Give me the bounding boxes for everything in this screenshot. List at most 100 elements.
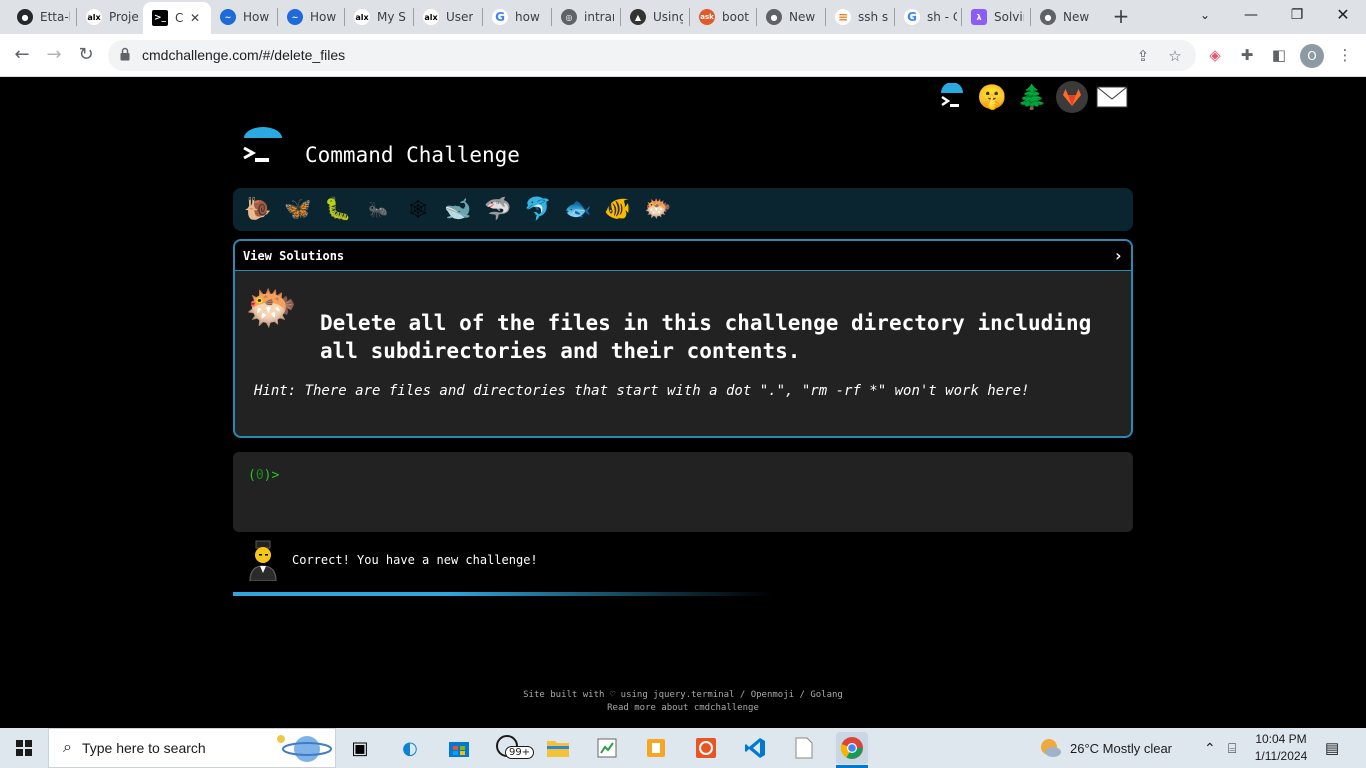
ant-icon[interactable]: 🐜: [361, 194, 395, 226]
tab-using[interactable]: ▲ Using: [621, 4, 689, 30]
side-panel-icon[interactable]: ◧: [1268, 44, 1290, 66]
dolphin-icon[interactable]: 🐬: [521, 194, 555, 226]
view-solutions-bar[interactable]: View Solutions ›: [235, 241, 1131, 271]
tab-confluence-1[interactable]: ~ How: [211, 4, 277, 30]
address-bar[interactable]: cmdchallenge.com/#/delete_files ⇪ ☆: [108, 40, 1196, 71]
back-button[interactable]: ←: [8, 41, 36, 69]
windows-taskbar: ⌕ Type here to search ▣ ◐ 99+ 26°C Mostl…: [0, 728, 1366, 768]
chevron-right-icon[interactable]: ›: [1113, 246, 1123, 265]
confluence-icon: ~: [287, 9, 303, 25]
snail-icon[interactable]: 🐌: [241, 194, 275, 226]
search-icon: ⌕: [63, 739, 72, 756]
windows-logo-icon: [16, 740, 32, 756]
task-view-icon[interactable]: ▣: [344, 732, 376, 764]
tab-alx-user[interactable]: alx User: [414, 4, 482, 30]
tab-new-2[interactable]: ● New: [1031, 4, 1099, 30]
challenge-panel: View Solutions › 🐡 Delete all of the fil…: [233, 239, 1133, 438]
top-icon-links: 🤫 🌲: [936, 81, 1128, 113]
alx-icon: alx: [86, 9, 102, 25]
tab-google-how[interactable]: G how: [483, 4, 551, 30]
file-explorer-icon[interactable]: [542, 732, 574, 764]
edge-browser-icon[interactable]: ◐: [394, 732, 426, 764]
new-tab-button[interactable]: +: [1109, 5, 1133, 29]
clock-date: 1/11/2024: [1254, 749, 1308, 763]
close-icon[interactable]: ✕: [190, 11, 200, 25]
footer-credits[interactable]: Site built with ♡ using jquery.terminal …: [0, 689, 1366, 702]
confluence-icon: ~: [220, 9, 236, 25]
restore-button[interactable]: ❐: [1274, 0, 1320, 34]
shushing-face-icon[interactable]: 🤫: [976, 81, 1008, 113]
extension-cast-icon[interactable]: ◈: [1204, 44, 1226, 66]
tab-google-sh[interactable]: G sh - C: [895, 4, 961, 30]
shark-icon[interactable]: 🦈: [481, 194, 515, 226]
blank-document-icon[interactable]: [788, 732, 820, 764]
url-text[interactable]: cmdchallenge.com/#/delete_files: [142, 47, 345, 63]
blowfish-icon[interactable]: 🐡: [641, 194, 675, 226]
tab-confluence-2[interactable]: ~ How: [278, 4, 344, 30]
butterfly-icon[interactable]: 🦋: [281, 194, 315, 226]
vscode-icon[interactable]: [739, 732, 771, 764]
tab-askubuntu[interactable]: ask boot: [690, 4, 756, 30]
share-icon[interactable]: ⇪: [1134, 47, 1152, 65]
terminal-logo-icon[interactable]: [936, 81, 968, 113]
github-icon: ●: [17, 9, 33, 25]
challenge-description: Delete all of the files in this challeng…: [320, 311, 1092, 363]
bookmark-star-icon[interactable]: ☆: [1166, 47, 1184, 65]
evergreen-tree-icon[interactable]: 🌲: [1016, 81, 1048, 113]
profile-avatar[interactable]: O: [1300, 44, 1324, 68]
result-text: Correct! You have a new challenge!: [292, 553, 538, 567]
chrome-icon: ●: [1040, 9, 1056, 25]
footer-read-more-link[interactable]: Read more about cmdchallenge: [0, 702, 1366, 715]
globe-icon: ◎: [561, 9, 577, 25]
minimize-button[interactable]: —: [1228, 0, 1274, 34]
tray-chevron-up-icon[interactable]: ⌃: [1204, 728, 1216, 768]
site-title[interactable]: Command Challenge: [305, 143, 520, 167]
start-button[interactable]: [0, 728, 48, 768]
mail-envelope-icon[interactable]: [1096, 81, 1128, 113]
tab-solving[interactable]: λ Solvir: [962, 4, 1030, 30]
tab-stackoverflow[interactable]: ≡ ssh sc: [826, 4, 894, 30]
cmdchallenge-page: 🤫 🌲 Command Challenge 🐌 🦋 🐛 🐜 🕸 🐋 🦈 🐬 🐟 …: [0, 77, 1366, 728]
chrome-taskbar-icon[interactable]: [836, 732, 868, 764]
challenge-hint: Hint: There are files and directories th…: [254, 383, 1030, 399]
stackoverflow-icon: ≡: [835, 9, 851, 25]
browser-toolbar: ← → ↻ cmdchallenge.com/#/delete_files ⇪ …: [0, 34, 1366, 77]
tab-github[interactable]: ● Etta-l: [8, 4, 76, 30]
tab-intranet[interactable]: ◎ intrar: [552, 4, 620, 30]
notepad-chart-icon[interactable]: [591, 732, 623, 764]
challenge-progress-bar: [233, 592, 773, 596]
window-close-button[interactable]: ✕: [1320, 0, 1366, 34]
level-progress-bar: 🐌 🦋 🐛 🐜 🕸 🐋 🦈 🐬 🐟 🐠 🐡: [233, 188, 1133, 231]
terminal-input[interactable]: (0)>: [233, 452, 1133, 532]
microsoft-store-icon[interactable]: [443, 732, 475, 764]
cat-icon: ▲: [630, 9, 646, 25]
browser-tab-strip: ● Etta-l alx Proje >_ C ✕ ~ How ~ How al…: [0, 0, 1366, 34]
caterpillar-icon[interactable]: 🐛: [321, 194, 355, 226]
fish-icon[interactable]: 🐟: [561, 194, 595, 226]
menu-kebab-icon[interactable]: ⋮: [1334, 44, 1356, 66]
askubuntu-icon: ask: [699, 9, 715, 25]
gitlab-icon[interactable]: [1056, 81, 1088, 113]
whatsapp-icon[interactable]: 99+: [493, 732, 535, 764]
reload-button[interactable]: ↻: [72, 41, 100, 69]
view-solutions-label[interactable]: View Solutions: [243, 249, 344, 263]
network-icon[interactable]: ⌸: [1228, 728, 1236, 768]
spider-web-icon[interactable]: 🕸: [401, 194, 435, 226]
sublime-app-icon[interactable]: [640, 732, 672, 764]
taskbar-search-box[interactable]: ⌕ Type here to search: [48, 728, 336, 768]
system-clock[interactable]: 10:04 PM 1/11/2024: [1246, 731, 1316, 765]
site-logo-icon: [243, 127, 282, 162]
tab-cmdchallenge[interactable]: >_ C ✕: [143, 2, 211, 34]
tab-new-1[interactable]: ● New: [757, 4, 825, 30]
tab-alx-project[interactable]: alx Proje: [77, 4, 143, 30]
weather-widget[interactable]: 26°C Mostly clear: [1038, 728, 1172, 768]
extensions-puzzle-icon[interactable]: ✚: [1236, 44, 1258, 66]
forward-button[interactable]: →: [40, 41, 68, 69]
ubuntu-icon[interactable]: [690, 732, 722, 764]
notifications-icon[interactable]: ▤: [1325, 728, 1339, 768]
search-highlight-planet-icon: [277, 735, 332, 762]
tropical-fish-icon[interactable]: 🐠: [601, 194, 635, 226]
whale-icon[interactable]: 🐋: [441, 194, 475, 226]
tab-alx-my-s[interactable]: alx My S: [345, 4, 413, 30]
tab-search-chevron-icon[interactable]: ⌄: [1182, 0, 1228, 34]
